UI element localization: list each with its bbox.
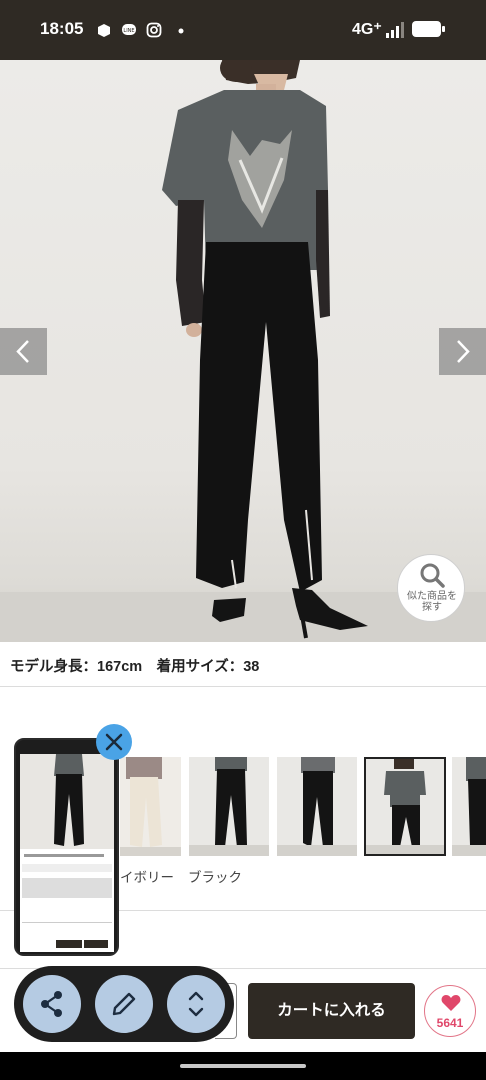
thumb-photo: [277, 757, 357, 856]
share-icon: [41, 991, 62, 1017]
find-similar-button[interactable]: 似た商品を 探す: [397, 554, 465, 622]
search-icon: [420, 563, 445, 588]
color-thumbnail-ivory[interactable]: [120, 757, 181, 856]
model-info: モデル身長：167cm 着用サイズ：38: [10, 659, 260, 675]
close-icon: [105, 733, 123, 751]
thumb-photo: [452, 757, 486, 856]
heart-icon: [441, 995, 461, 1011]
line-app-icon: LINE: [122, 24, 136, 35]
expand-button[interactable]: [167, 975, 225, 1033]
screen-preview-thumbnail[interactable]: [14, 738, 119, 956]
expand-icon: [188, 991, 204, 1017]
status-time: 18:05: [40, 19, 84, 38]
status-bar: 18:05 LINE 4G⁺: [0, 0, 486, 60]
preview-screen: [20, 754, 114, 952]
floating-action-bar: [14, 966, 234, 1042]
thumb-photo: [366, 759, 444, 854]
find-similar-label: 似た商品を 探す: [407, 591, 457, 613]
color-thumbnail-black-1[interactable]: [189, 757, 269, 856]
divider: [0, 686, 486, 687]
color-label-black: ブラック: [188, 870, 242, 886]
like-button[interactable]: 5641: [424, 985, 476, 1037]
product-hero-image[interactable]: 似た商品を 探す: [0, 60, 486, 642]
mail-app-icon: [98, 24, 110, 37]
color-thumbnail-black-2[interactable]: [277, 757, 357, 856]
edit-button[interactable]: [95, 975, 153, 1033]
color-thumbnail-partial[interactable]: [452, 757, 486, 856]
chevron-left-icon: [16, 340, 29, 363]
instagram-icon: [146, 22, 162, 38]
thumb-photo: [189, 757, 269, 856]
chevron-right-icon: [457, 340, 470, 363]
network-type: 4G⁺: [352, 21, 382, 38]
dot-icon: [178, 28, 184, 34]
signal-icon: [386, 22, 404, 38]
svg-text:LINE: LINE: [123, 28, 134, 34]
add-to-cart-button[interactable]: カートに入れる: [248, 983, 415, 1039]
battery-icon: [412, 21, 445, 37]
preview-photo: [54, 754, 84, 846]
color-label-ivory: イボリー: [120, 870, 174, 886]
model-photo: [162, 60, 368, 639]
thumb-photo: [120, 757, 181, 856]
share-button[interactable]: [23, 975, 81, 1033]
next-image-button[interactable]: [439, 328, 486, 375]
home-gesture-handle[interactable]: [180, 1064, 306, 1068]
close-preview-button[interactable]: [96, 724, 132, 760]
color-thumbnail-black-selected[interactable]: [364, 757, 446, 856]
pencil-icon: [112, 992, 136, 1016]
like-count: 5641: [436, 1016, 464, 1030]
prev-image-button[interactable]: [0, 328, 47, 375]
